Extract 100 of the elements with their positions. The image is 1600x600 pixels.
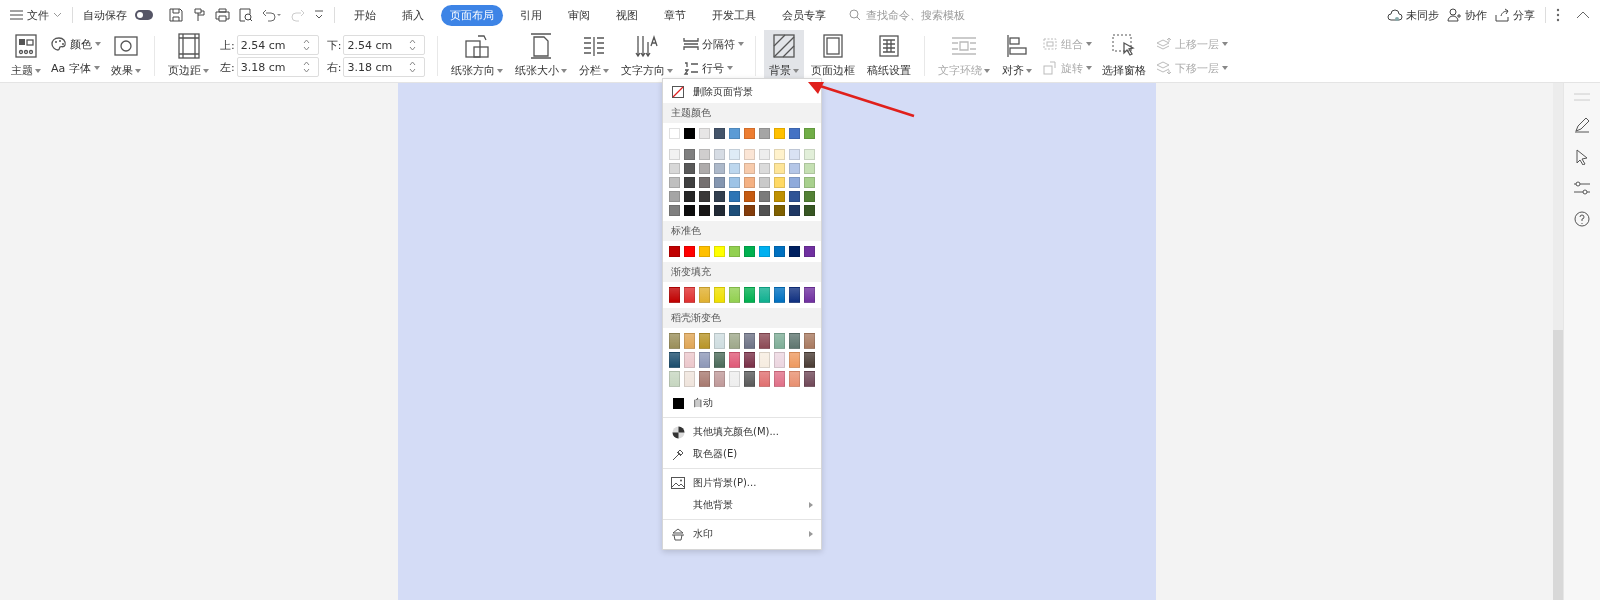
menu-item[interactable]: 自动 [663, 392, 821, 414]
top-action-button[interactable]: 协作 [1447, 7, 1487, 23]
color-swatch[interactable] [759, 128, 770, 139]
color-swatch[interactable] [714, 371, 725, 387]
color-swatch[interactable] [684, 205, 695, 216]
color-swatch[interactable] [714, 287, 725, 303]
ribbon-button[interactable]: 分隔符 [683, 36, 745, 52]
menu-item[interactable]: 图片背景(P)... [663, 472, 821, 494]
color-swatch[interactable] [759, 352, 770, 368]
ribbon-tab[interactable]: 插入 [393, 4, 433, 26]
sliders-icon[interactable] [1574, 181, 1590, 195]
color-swatch[interactable] [759, 205, 770, 216]
ribbon-tab[interactable]: 开始 [345, 4, 385, 26]
color-swatch[interactable] [714, 205, 725, 216]
color-swatch[interactable] [804, 191, 815, 202]
color-swatch[interactable] [759, 191, 770, 202]
ribbon-tab[interactable]: 引用 [511, 4, 551, 26]
color-swatch[interactable] [789, 191, 800, 202]
color-swatch[interactable] [729, 149, 740, 160]
ribbon-button[interactable]: 页面边框 [806, 30, 861, 82]
top-action-button[interactable]: 分享 [1495, 7, 1535, 23]
color-swatch[interactable] [774, 287, 785, 303]
color-swatch[interactable] [699, 163, 710, 174]
ribbon-button[interactable]: 纸张大小 [510, 30, 573, 82]
color-swatch[interactable] [714, 246, 725, 257]
color-swatch[interactable] [684, 191, 695, 202]
top-action-button[interactable]: 未同步 [1387, 7, 1439, 23]
color-swatch[interactable] [759, 246, 770, 257]
color-swatch[interactable] [744, 205, 755, 216]
color-swatch[interactable] [804, 371, 815, 387]
color-swatch[interactable] [744, 246, 755, 257]
margin-field[interactable]: 3.18 cm [343, 57, 426, 77]
color-swatch[interactable] [789, 371, 800, 387]
color-swatch[interactable] [729, 352, 740, 368]
color-swatch[interactable] [759, 287, 770, 303]
ribbon-button[interactable]: 纸张方向 [446, 30, 509, 82]
color-swatch[interactable] [699, 333, 710, 349]
color-swatch[interactable] [774, 128, 785, 139]
color-swatch[interactable] [774, 333, 785, 349]
color-swatch[interactable] [669, 128, 680, 139]
help-icon[interactable] [1574, 211, 1590, 227]
pen-icon[interactable] [1574, 117, 1590, 133]
menu-item[interactable]: 其他填充颜色(M)... [663, 421, 821, 443]
color-swatch[interactable] [729, 191, 740, 202]
print-preview-icon[interactable] [239, 8, 253, 22]
color-swatch[interactable] [804, 149, 815, 160]
ribbon-button[interactable]: 行号 [683, 60, 745, 76]
menu-item[interactable]: 取色器(E) [663, 443, 821, 465]
color-swatch[interactable] [669, 287, 680, 303]
color-swatch[interactable] [774, 205, 785, 216]
color-swatch[interactable] [774, 191, 785, 202]
color-swatch[interactable] [669, 371, 680, 387]
color-swatch[interactable] [669, 191, 680, 202]
save-icon[interactable] [169, 8, 183, 22]
margin-field[interactable]: 2.54 cm [236, 35, 319, 55]
color-swatch[interactable] [744, 163, 755, 174]
color-swatch[interactable] [744, 149, 755, 160]
autosave-toggle[interactable] [135, 10, 153, 20]
color-swatch[interactable] [759, 163, 770, 174]
color-swatch[interactable] [774, 177, 785, 188]
cursor-icon[interactable] [1575, 149, 1589, 165]
color-swatch[interactable] [774, 352, 785, 368]
color-swatch[interactable] [669, 205, 680, 216]
ribbon-tab[interactable]: 章节 [655, 4, 695, 26]
color-swatch[interactable] [759, 371, 770, 387]
color-swatch[interactable] [789, 128, 800, 139]
color-swatch[interactable] [789, 205, 800, 216]
color-swatch[interactable] [699, 149, 710, 160]
color-swatch[interactable] [744, 177, 755, 188]
color-swatch[interactable] [789, 287, 800, 303]
color-swatch[interactable] [729, 163, 740, 174]
color-swatch[interactable] [714, 163, 725, 174]
color-swatch[interactable] [684, 177, 695, 188]
color-swatch[interactable] [684, 246, 695, 257]
search-field[interactable]: 查找命令、搜索模板 [864, 7, 988, 23]
color-swatch[interactable] [729, 371, 740, 387]
color-swatch[interactable] [759, 149, 770, 160]
color-swatch[interactable] [789, 149, 800, 160]
more-icon[interactable] [1556, 8, 1560, 22]
color-swatch[interactable] [804, 246, 815, 257]
color-swatch[interactable] [744, 333, 755, 349]
menu-item[interactable]: 水印 [663, 523, 821, 545]
color-swatch[interactable] [774, 149, 785, 160]
color-swatch[interactable] [684, 149, 695, 160]
ribbon-button[interactable]: 分栏 [574, 30, 615, 82]
color-swatch[interactable] [714, 191, 725, 202]
color-swatch[interactable] [684, 371, 695, 387]
color-swatch[interactable] [744, 352, 755, 368]
color-swatch[interactable] [729, 287, 740, 303]
ribbon-tab[interactable]: 会员专享 [773, 4, 835, 26]
color-swatch[interactable] [699, 128, 710, 139]
color-swatch[interactable] [804, 287, 815, 303]
color-swatch[interactable] [744, 287, 755, 303]
ribbon-button[interactable]: Aa 字体 [51, 60, 101, 76]
color-swatch[interactable] [744, 371, 755, 387]
ribbon-tab[interactable]: 视图 [607, 4, 647, 26]
ribbon-button[interactable]: 主题 [6, 30, 46, 82]
file-menu[interactable]: 文件 [10, 7, 62, 23]
color-swatch[interactable] [699, 352, 710, 368]
color-swatch[interactable] [789, 163, 800, 174]
